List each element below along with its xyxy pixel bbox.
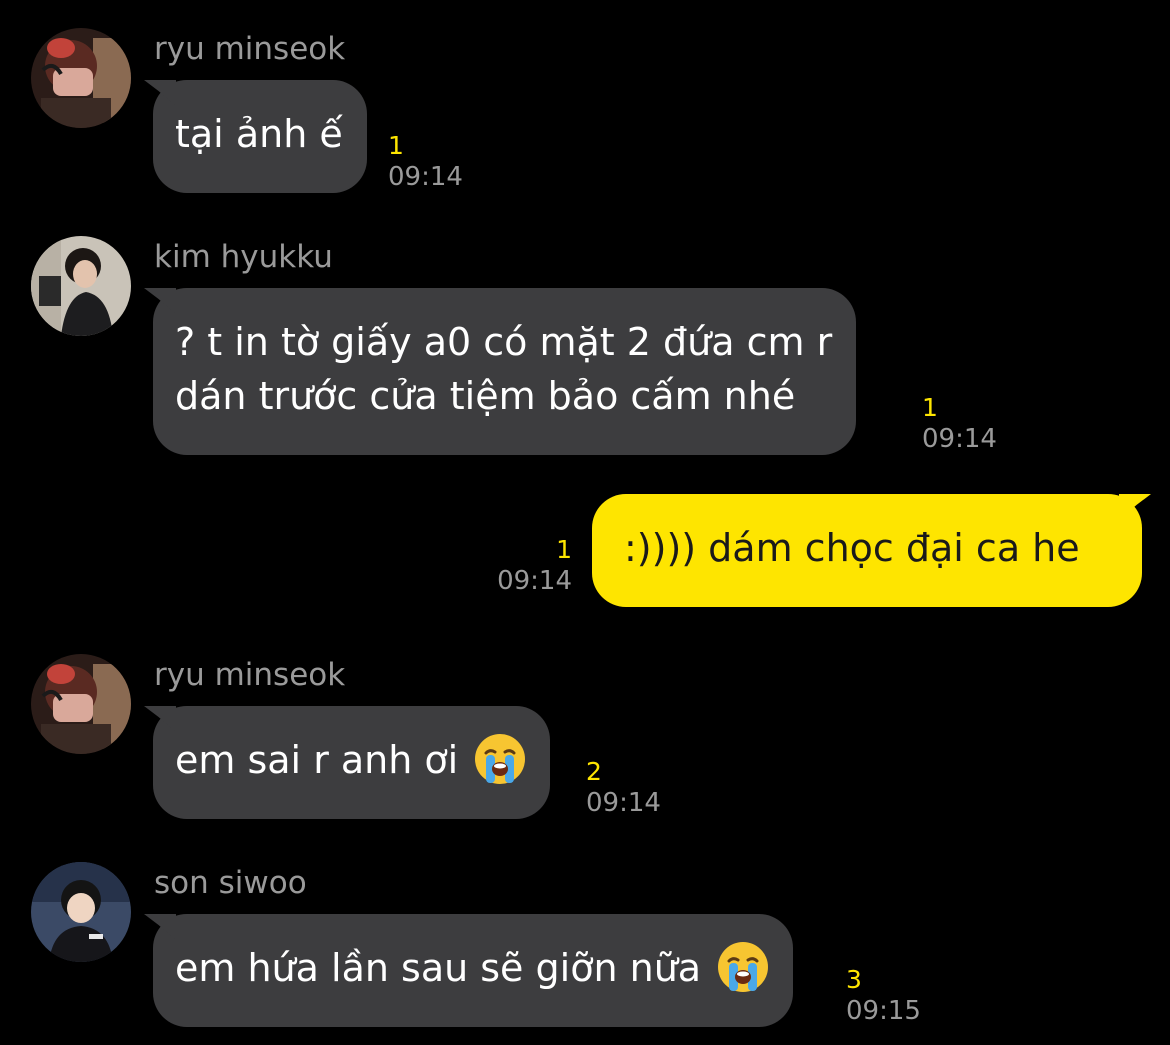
message-text: :)))) dám chọc đại ca he: [624, 526, 1080, 570]
message-text-line: ? t in tờ giấy a0 có mặt 2 đứa cm r: [175, 320, 833, 364]
kim-hyukku-avatar-icon: [31, 236, 131, 336]
sender-name: ryu minseok: [154, 657, 346, 693]
message-meta: 3 09:15: [846, 964, 921, 1026]
profile-avatar[interactable]: [31, 28, 131, 128]
son-siwoo-avatar-icon: [31, 862, 131, 962]
unread-count: 2: [586, 757, 602, 786]
chat-transcript: ryu minseok tại ảnh ế 1 09:14 kim hyukku…: [0, 0, 1170, 1045]
message-text: em hứa lần sau sẽ giỡn nữa: [175, 946, 702, 990]
profile-avatar[interactable]: [31, 236, 131, 336]
message-time: 09:14: [388, 162, 463, 192]
message-meta: 1 09:14: [480, 534, 572, 596]
profile-avatar[interactable]: [31, 654, 131, 754]
profile-avatar[interactable]: [31, 862, 131, 962]
loudly-crying-face-emoji-icon: [718, 942, 769, 992]
message-text-row: em hứa lần sau sẽ giỡn nữa: [175, 941, 769, 995]
message-bubble[interactable]: tại ảnh ế: [153, 80, 367, 193]
message-text-line: dán trước cửa tiệm bảo cấm nhé: [175, 374, 796, 418]
message-bubble-outgoing[interactable]: :)))) dám chọc đại ca he: [592, 494, 1142, 607]
message-time: 09:14: [586, 788, 661, 818]
message-bubble[interactable]: em hứa lần sau sẽ giỡn nữa: [153, 914, 794, 1027]
sender-name: kim hyukku: [154, 239, 333, 275]
message-text: em sai r anh ơi: [175, 738, 459, 782]
unread-count: 1: [388, 131, 404, 160]
ryu-minseok-avatar-icon: [31, 28, 131, 128]
message-meta: 2 09:14: [586, 756, 661, 818]
message-meta: 1 09:14: [388, 130, 463, 192]
loudly-crying-face-emoji-icon: [475, 734, 526, 784]
message-bubble[interactable]: em sai r anh ơi: [153, 706, 551, 819]
message-text: tại ảnh ế: [175, 112, 343, 156]
unread-count: 3: [846, 965, 862, 994]
message-text-row: em sai r anh ơi: [175, 733, 526, 787]
sender-name: ryu minseok: [154, 31, 346, 67]
message-bubble[interactable]: ? t in tờ giấy a0 có mặt 2 đứa cm r dán …: [153, 288, 857, 455]
ryu-minseok-avatar-icon: [31, 654, 131, 754]
message-time: 09:15: [846, 996, 921, 1026]
message-time: 09:14: [922, 424, 997, 454]
unread-count: 1: [922, 393, 938, 422]
sender-name: son siwoo: [154, 865, 307, 901]
message-time: 09:14: [497, 566, 572, 596]
message-meta: 1 09:14: [922, 392, 997, 454]
unread-count: 1: [556, 535, 572, 564]
